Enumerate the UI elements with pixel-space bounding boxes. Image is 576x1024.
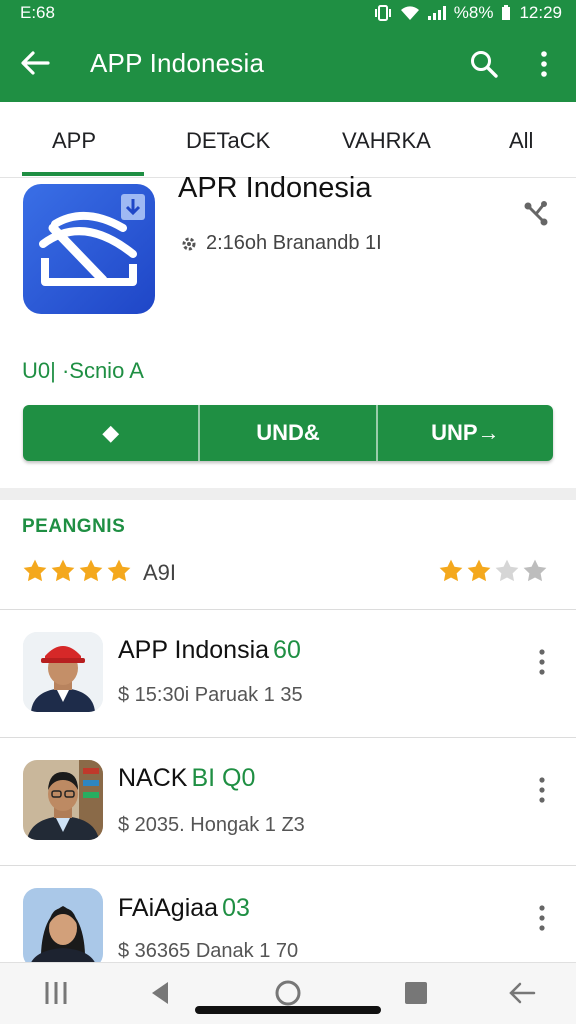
unp-button[interactable]: UNP→ (378, 405, 553, 461)
active-tab-indicator (22, 172, 144, 176)
tab-vahrka[interactable]: VAHRKA (342, 128, 431, 154)
app-logo-icon (23, 184, 155, 314)
list-item-title-text: APP Indonsia (118, 636, 270, 664)
signal-icon (427, 6, 446, 20)
app-subtitle-row: 2:16oh Branandb 1I (180, 232, 382, 255)
person-avatar-graphic (23, 632, 103, 712)
search-icon[interactable] (468, 48, 500, 80)
list-item-title-text: NACK (118, 764, 188, 792)
list-item-title[interactable]: NACK BI Q0 (118, 764, 255, 793)
more-vert-icon[interactable] (532, 646, 552, 678)
status-time-right: 12:29 (519, 3, 562, 22)
star-icon (79, 559, 103, 582)
avatar (23, 760, 103, 840)
action-button-bar: ◆ UND& UNP→ (23, 405, 553, 461)
app-category-label: U0| ·Scnio A (22, 358, 144, 383)
list-divider (0, 737, 576, 738)
list-item-title[interactable]: FAiAgiaa 03 (118, 894, 250, 923)
app-subtitle: 2:16oh Branandb 1I (206, 232, 382, 254)
arrow-left-icon[interactable] (18, 46, 52, 80)
system-nav-bar (0, 962, 576, 1024)
rating-stars-right (438, 558, 548, 584)
vibrate-icon (374, 5, 391, 21)
star-empty-icon (495, 559, 519, 582)
list-item-title-text: FAiAgiaa (118, 894, 219, 922)
section-divider (0, 488, 576, 500)
tab-app[interactable]: APP (52, 128, 96, 154)
install-button[interactable]: ◆ (23, 405, 201, 461)
battery-icon (502, 5, 511, 20)
person-avatar-graphic (23, 760, 103, 840)
ratings-heading: PEANGNIS (22, 516, 126, 537)
star-icon (23, 559, 47, 582)
list-item-subtitle: $ 36365 Danak 1 70 (118, 940, 299, 962)
list-item-subtitle: $ 15:30i Paruak 1 35 (118, 684, 303, 706)
tab-all[interactable]: All (509, 128, 533, 154)
person-avatar-graphic (23, 888, 103, 968)
more-vert-icon[interactable] (532, 774, 552, 806)
gesture-home-pill[interactable] (195, 1006, 381, 1014)
wifi-icon (400, 6, 419, 20)
app-name: APR Indonesia (178, 172, 372, 204)
avatar (23, 888, 103, 968)
more-vert-icon[interactable] (532, 902, 552, 934)
star-icon (467, 559, 491, 582)
share-icon[interactable] (522, 198, 550, 226)
back-triangle-icon[interactable] (142, 975, 178, 1011)
battery-text: %8% (453, 3, 494, 22)
system-icons: %8% 12:29 (374, 3, 562, 23)
star-empty-icon (523, 559, 547, 582)
list-item-badge: 60 (273, 636, 301, 664)
status-time-left: E:68 (20, 3, 55, 22)
list-divider (0, 609, 576, 610)
star-icon (107, 559, 131, 582)
app-logo-graphic (39, 194, 145, 286)
tab-detack[interactable]: DETaCK (186, 128, 270, 154)
back-arrow-icon[interactable] (504, 975, 540, 1011)
app-bar-title: APP Indonesia (90, 48, 265, 78)
overview-square-icon[interactable] (398, 975, 434, 1011)
rating-stars-left (22, 558, 132, 584)
tab-bar: APP DETaCK VAHRKA All (0, 102, 576, 178)
star-icon (51, 559, 75, 582)
recents-lines-icon[interactable] (38, 975, 74, 1011)
list-item-subtitle: $ 2035. Hongak 1 Z3 (118, 814, 305, 836)
list-item-badge: BI Q0 (191, 764, 256, 792)
status-bar: E:68 %8% 12:29 (0, 0, 576, 26)
avatar (23, 632, 103, 712)
list-item-badge: 03 (222, 894, 250, 922)
rating-text: A9I (143, 560, 177, 585)
list-divider (0, 865, 576, 866)
und-button[interactable]: UND& (200, 405, 378, 461)
list-item-title[interactable]: APP Indonsia 60 (118, 636, 301, 665)
gear-icon (182, 237, 196, 250)
more-vert-icon[interactable] (534, 48, 554, 80)
app-bar: APP Indonesia (0, 26, 576, 102)
star-icon (439, 559, 463, 582)
